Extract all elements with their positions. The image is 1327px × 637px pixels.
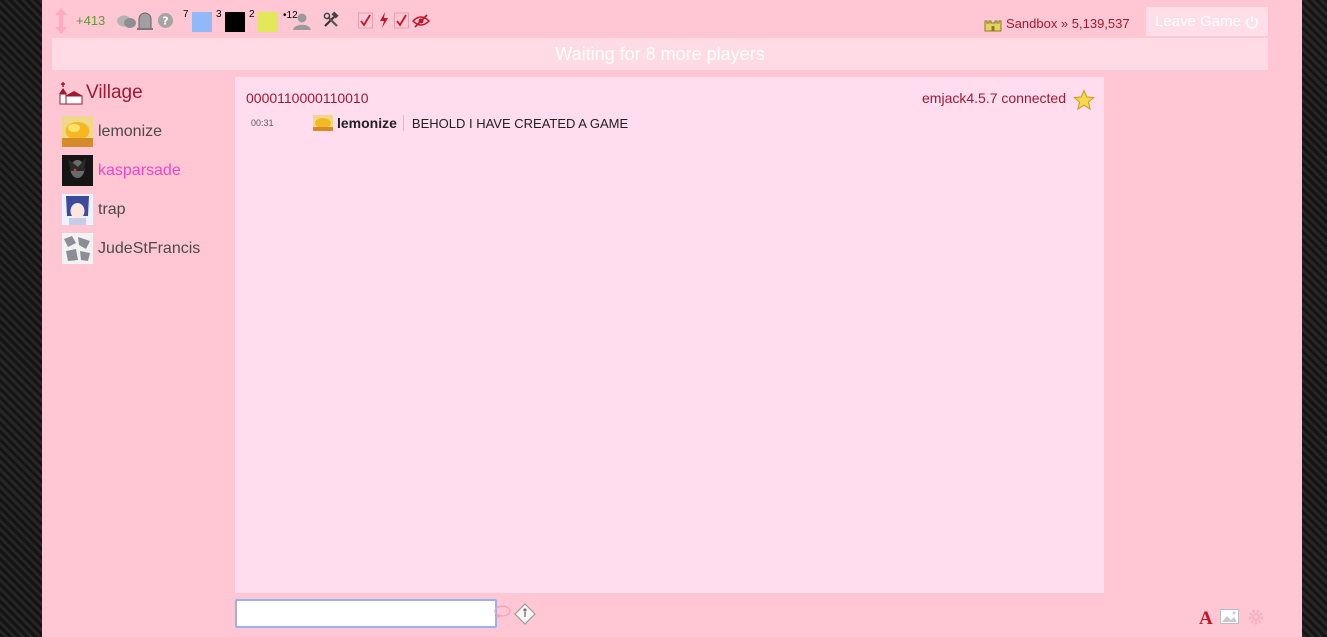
black-role-swatch[interactable] <box>225 12 245 32</box>
player-name: trap <box>98 200 126 218</box>
avatar <box>313 115 333 131</box>
star-icon[interactable] <box>1073 89 1095 111</box>
player-item[interactable]: lemonize <box>62 112 200 151</box>
player-list: lemonize kasparsade trap JudeStFrancis <box>62 112 200 268</box>
chat-input[interactable] <box>235 599 497 628</box>
player-name: lemonize <box>98 122 163 140</box>
avatar <box>62 233 93 264</box>
chat-bubbles-icon[interactable] <box>116 14 138 30</box>
player-name: kasparsade <box>98 161 181 179</box>
blue-count: 7 <box>183 9 189 20</box>
game-frame: +413 ? 7 3 2 •12 Sandbox » 5,139,537 Lea… <box>42 0 1302 637</box>
hidden-eye-icon[interactable] <box>412 14 430 28</box>
player-item[interactable]: JudeStFrancis <box>62 229 200 268</box>
sandbox-label: Sandbox » 5,139,537 <box>1006 15 1130 31</box>
yellow-count: 2 <box>249 9 255 20</box>
user-silhouette-icon[interactable] <box>292 12 312 30</box>
check-icon[interactable] <box>358 12 373 29</box>
waiting-banner: Waiting for 8 more players <box>52 38 1268 70</box>
avatar <box>62 116 93 147</box>
yellow-role-swatch[interactable] <box>258 12 278 32</box>
church-icon <box>59 82 83 105</box>
score-value: +413 <box>76 13 106 28</box>
check-icon[interactable] <box>394 12 409 29</box>
power-icon <box>1245 15 1258 29</box>
village-title: Village <box>86 82 143 103</box>
updown-arrows-icon[interactable] <box>52 6 70 36</box>
message-text: BEHOLD I HAVE CREATED A GAME <box>411 115 629 131</box>
message-author[interactable]: lemonize <box>337 115 404 131</box>
leave-game-button[interactable]: Leave Game <box>1146 7 1268 36</box>
castle-icon <box>984 20 1002 32</box>
speech-bubble-icon[interactable] <box>494 605 511 619</box>
connection-status: emjack4.5.7 connected <box>922 90 1066 106</box>
gear-icon[interactable] <box>1247 608 1265 626</box>
game-id: 0000110000110010 <box>246 90 369 106</box>
font-icon[interactable]: A <box>1199 608 1213 630</box>
player-item[interactable]: trap <box>62 190 200 229</box>
svg-text:?: ? <box>162 15 168 28</box>
black-count: 3 <box>216 9 222 20</box>
message-time: 00:31 <box>251 118 274 128</box>
lightning-icon[interactable] <box>378 11 390 29</box>
avatar <box>62 194 93 225</box>
player-item[interactable]: kasparsade <box>62 151 200 190</box>
leave-game-label: Leave Game <box>1155 13 1241 30</box>
image-icon[interactable] <box>1220 609 1239 624</box>
sandbox-link[interactable]: Sandbox » 5,139,537 <box>984 14 1130 32</box>
tag-icon[interactable] <box>514 603 536 625</box>
help-icon[interactable]: ? <box>157 12 174 29</box>
tombstone-icon[interactable] <box>136 11 154 31</box>
chat-message: 00:31 lemonize BEHOLD I HAVE CREATED A G… <box>251 114 628 132</box>
tools-icon[interactable] <box>322 11 340 29</box>
player-name: JudeStFrancis <box>98 239 201 257</box>
chat-panel: 0000110000110010 emjack4.5.7 connected 0… <box>235 77 1104 593</box>
top-toolbar: +413 ? 7 3 2 •12 Sandbox » 5,139,537 Lea… <box>52 6 1268 38</box>
avatar <box>62 155 93 186</box>
village-header: Village <box>58 80 143 106</box>
blue-role-swatch[interactable] <box>192 12 212 32</box>
